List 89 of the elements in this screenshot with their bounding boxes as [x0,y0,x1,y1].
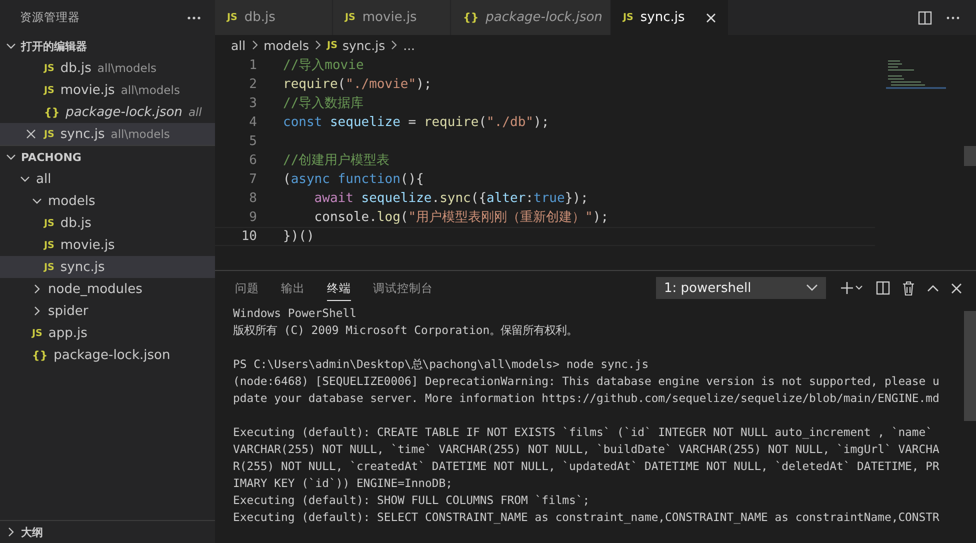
code-line: const sequelize = require("./db"); [283,114,550,130]
chevron-right-icon [314,40,322,50]
breadcrumb-item[interactable]: all [231,38,246,53]
json-file-icon: {} [32,348,48,362]
terminal-line: 版权所有 (C) 2009 Microsoft Corporation。保留所有权利。 [233,322,579,339]
chevron-right-icon [390,40,398,50]
js-file-icon: JS [345,12,356,23]
line-number: 8 [248,190,258,206]
editor-tab[interactable]: {} package-lock.json [451,0,611,35]
js-file-icon: JS [623,12,634,23]
tree-item[interactable]: {} package-lock.json [0,344,215,366]
line-number: 2 [248,76,258,92]
trash-icon[interactable] [902,280,915,296]
js-file-icon: JS [44,84,54,96]
js-file-icon: JS [44,62,54,74]
close-icon[interactable] [951,282,962,294]
more-icon[interactable] [187,16,201,20]
tree-item[interactable]: node_modules [0,278,215,300]
js-file-icon: JS [32,328,42,338]
code-line: //创建用户模型表 [283,152,390,170]
chevron-right-icon [250,40,259,50]
code-line: console.log("用户模型表刚刚（重新创建）"); [313,209,609,226]
plus-icon[interactable] [840,281,864,295]
code-line: //导入movie [283,57,364,74]
panel-tab[interactable]: 调试控制台 [373,275,433,301]
panel-tab[interactable]: 问题 [235,275,259,301]
scrollbar-drawing [964,146,976,166]
close-icon[interactable] [26,129,36,139]
line-number: 1 [248,58,258,73]
editor-tab[interactable]: JS db.js [215,0,333,35]
open-editor-item[interactable]: JS sync.js all\models [0,123,215,145]
line-number: 7 [248,172,258,187]
json-file-icon: {} [44,106,60,118]
code-line: //导入数据库 [283,95,364,112]
tree-item[interactable]: JS app.js [0,322,215,344]
line-number: 10 [240,228,258,244]
terminal-line: IMARY KEY (`id`)) ENGINE=InnoDB; [233,475,454,492]
json-file-icon: {} [463,11,479,24]
editor-tab[interactable]: JS sync.js [611,0,729,35]
tree-item[interactable]: JS movie.js [0,234,215,256]
code-line: (async function(){ [283,172,424,187]
tree-item[interactable]: JS db.js [0,212,215,234]
line-number: 9 [248,210,258,225]
js-file-icon: JS [327,40,338,51]
line-number: 5 [248,134,258,149]
terminal-line: (node:6468) [SEQUELIZE0006] DeprecationWarning: This database engine version is not supported, please u [233,373,940,390]
terminal-line: Executing (default): SELECT CONSTRAINT_NAME as constraint_name,CONSTRAINT_NAME as constraintName,CONSTR [233,509,940,526]
tree-item[interactable]: spider [0,300,215,322]
section-header[interactable]: PACHONG [0,145,215,168]
code-line: })() [283,228,314,244]
js-file-icon: JS [44,240,54,250]
split-terminal-icon[interactable] [876,281,890,295]
tree-item[interactable]: all [0,168,215,190]
explorer-title: 资源管理器 [20,10,80,25]
terminal-line: pdate your database server. More information https://github.com/sequelize/sequelize/blob/main/ENGINE.md [233,390,940,407]
tree-item[interactable]: models [0,190,215,212]
terminal-line: PS C:\Users\admin\Desktop\总\pachong\all\models> node sync.js [233,356,650,373]
tree-item[interactable]: JS sync.js [0,256,215,278]
section-header[interactable]: 大纲 [0,520,215,543]
editor-tab[interactable]: JS movie.js [333,0,451,35]
breadcrumb-item[interactable]: models [264,38,310,53]
terminal-line: R(255) NOT NULL, `createdAt` DATETIME NOT NULL, `updatedAt` DATETIME NOT NULL, `deletedAt` DATETIME, PR [233,458,940,475]
js-file-icon: JS [44,262,54,272]
open-editor-item[interactable]: JS db.js all\models [0,57,215,79]
code-line: require("./movie"); [283,76,432,92]
line-number: 4 [248,114,258,130]
terminal-line: VARCHAR(255) NOT NULL, `time` VARCHAR(255) NOT NULL, `buildDate` VARCHAR(255) NOT NULL, `imgUrl` VARCHA [233,441,940,458]
terminal-line: Executing (default): CREATE TABLE IF NOT EXISTS `films` (`id` INTEGER NOT NULL auto_increment , `name` [233,424,934,441]
chevron-down-icon [806,284,818,292]
js-file-icon: JS [227,12,238,23]
line-number: 3 [248,96,258,111]
code-line: await sequelize.sync({alter:true}); [313,190,588,206]
open-editor-item[interactable]: {} package-lock.json all [0,101,215,123]
more-icon[interactable] [946,16,960,20]
chevron-up-icon[interactable] [927,284,939,292]
open-editor-item[interactable]: JS movie.js all\models [0,79,215,101]
js-file-icon: JS [44,128,54,140]
section-header[interactable]: 打开的编辑器 [0,35,215,57]
terminal-dropdown[interactable]: 1: powershell [656,277,826,299]
panel-tab[interactable]: 终端 [327,275,351,301]
breadcrumb-item[interactable]: ... [403,38,416,53]
breadcrumb-item[interactable]: sync.js [342,38,386,53]
line-number: 6 [248,152,258,168]
close-icon[interactable] [706,12,716,22]
js-file-icon: JS [44,218,54,228]
split-editor-icon[interactable] [918,10,932,24]
terminal-line: Windows PowerShell [233,305,358,322]
terminal-line: Executing (default): SHOW FULL COLUMNS FROM `films`; [233,492,591,509]
panel-tab[interactable]: 输出 [281,275,305,301]
